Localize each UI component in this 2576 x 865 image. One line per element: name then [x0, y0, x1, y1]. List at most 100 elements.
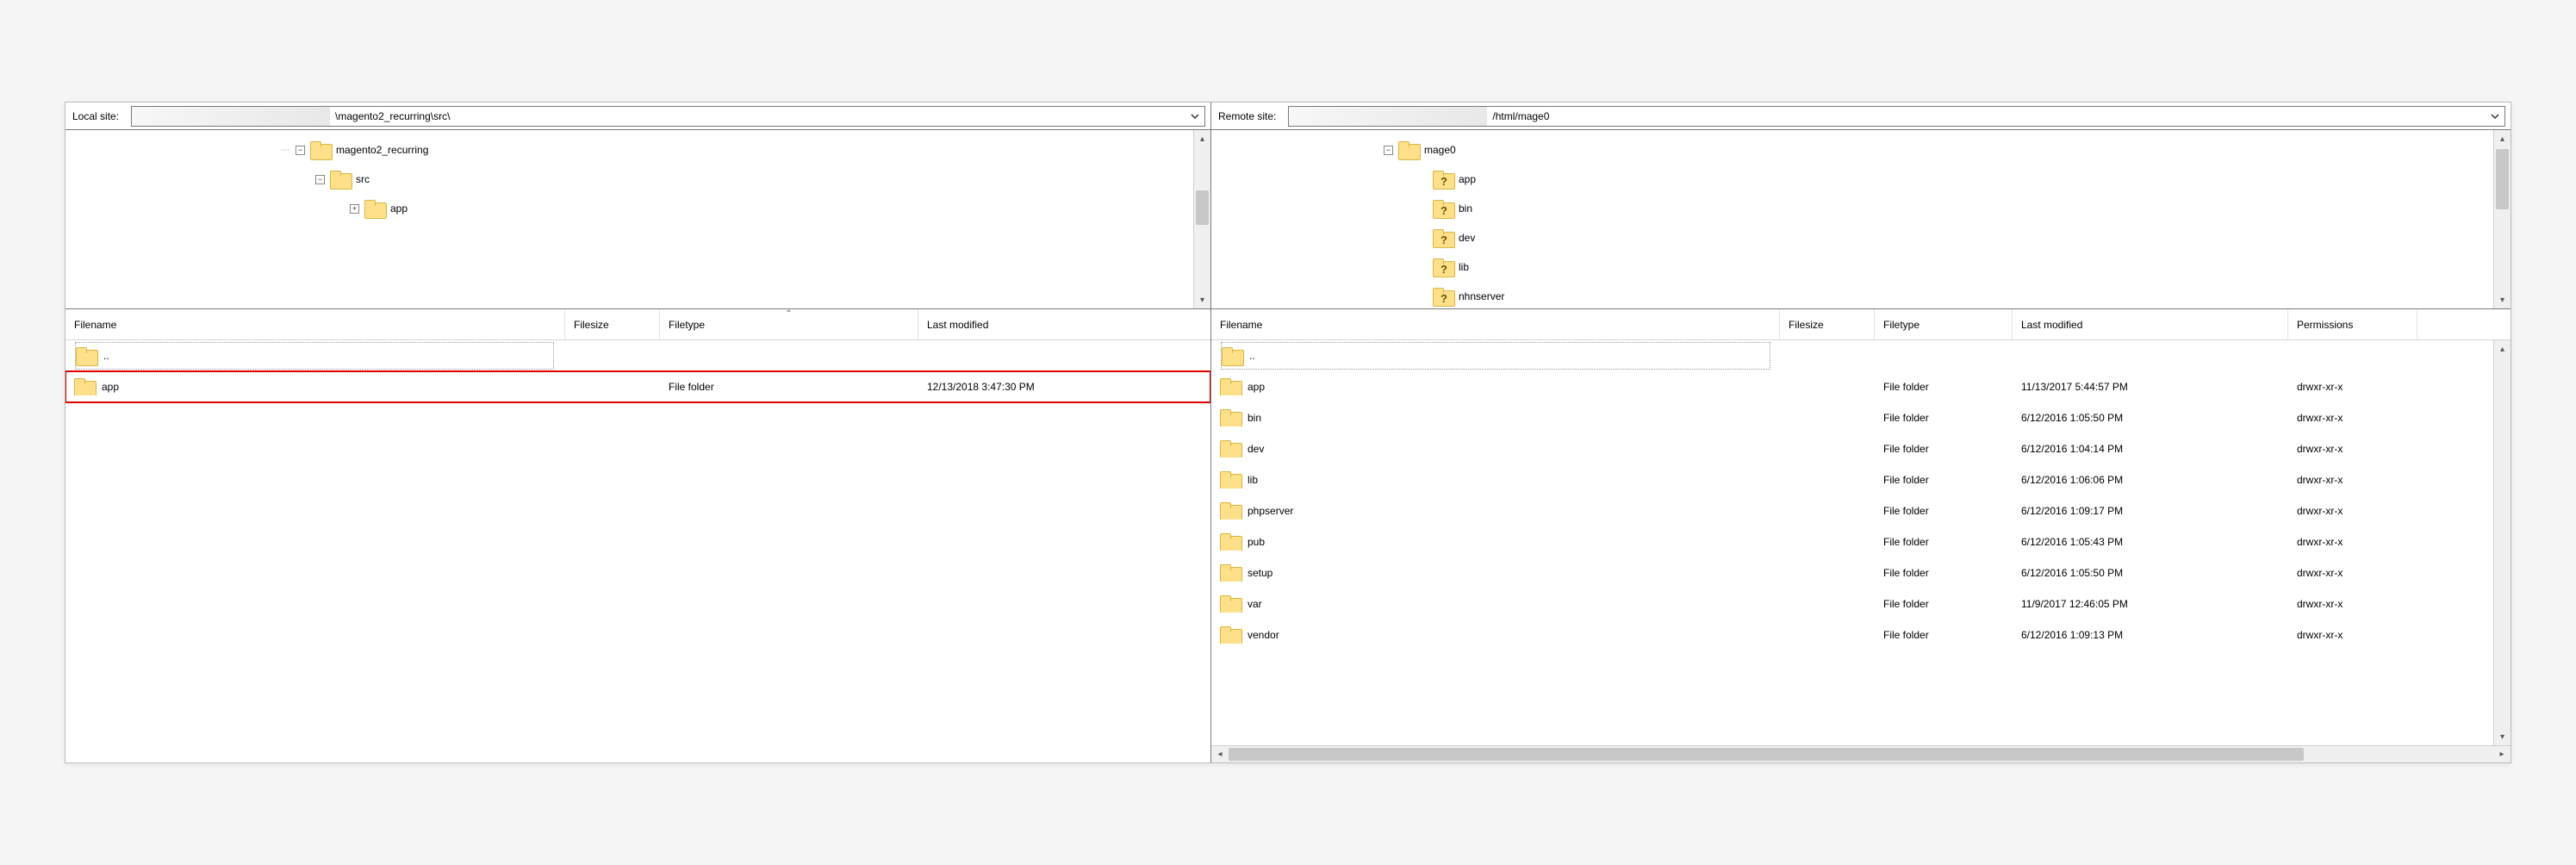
cell-permissions: drwxr-xr-x [2288, 629, 2417, 641]
filename-text: app [102, 381, 119, 393]
remote-path-value: /html/mage0 [1487, 110, 2486, 122]
scroll-thumb[interactable] [2496, 149, 2509, 209]
tree-node[interactable]: lib [1211, 252, 2493, 282]
table-row[interactable]: pubFile folder6/12/2016 1:05:43 PMdrwxr-… [1211, 526, 2493, 557]
filename-text: bin [1248, 412, 1261, 424]
table-row[interactable]: setupFile folder6/12/2016 1:05:50 PMdrwx… [1211, 557, 2493, 588]
table-row[interactable]: libFile folder6/12/2016 1:06:06 PMdrwxr-… [1211, 464, 2493, 495]
folder-icon [1433, 288, 1453, 305]
remote-list-scrollbar[interactable]: ▴ ▾ [2493, 340, 2511, 745]
tree-node[interactable]: app [1211, 165, 2493, 194]
cell-filename: setup [1211, 564, 1780, 582]
tree-node-label: nhnserver [1459, 290, 1504, 302]
tree-node[interactable]: −mage0 [1211, 135, 2493, 165]
filename-text: vendor [1248, 629, 1279, 641]
col-filetype[interactable]: Filetype [1875, 309, 2013, 339]
tree-expand-toggle[interactable]: − [315, 175, 325, 184]
scroll-down-icon[interactable]: ▾ [2494, 291, 2511, 308]
remote-horizontal-scrollbar[interactable]: ◂ ▸ [1211, 745, 2511, 762]
tree-expand-spacer [1418, 233, 1428, 243]
scroll-right-icon[interactable]: ▸ [2493, 750, 2511, 759]
table-row[interactable]: binFile folder6/12/2016 1:05:50 PMdrwxr-… [1211, 402, 2493, 433]
tree-expand-toggle[interactable]: − [296, 146, 305, 155]
scroll-up-icon[interactable]: ▴ [2494, 130, 2511, 147]
scroll-left-icon[interactable]: ◂ [1211, 750, 1229, 759]
parent-directory-row[interactable]: .. [65, 340, 1210, 371]
table-row[interactable]: varFile folder11/9/2017 12:46:05 PMdrwxr… [1211, 588, 2493, 619]
filename-text: .. [103, 350, 109, 362]
col-lastmodified[interactable]: Last modified [918, 309, 1210, 339]
folder-icon [330, 171, 351, 188]
col-filetype[interactable]: Filetype ⌃ [660, 309, 918, 339]
scroll-thumb[interactable] [1196, 190, 1209, 225]
folder-icon [364, 200, 385, 217]
tree-node[interactable]: bin [1211, 194, 2493, 223]
table-row[interactable]: devFile folder6/12/2016 1:04:14 PMdrwxr-… [1211, 433, 2493, 464]
filename-text: phpserver [1248, 505, 1293, 517]
local-path-value: \magento2_recurring\src\ [330, 110, 1185, 122]
sort-indicator-icon: ⌃ [785, 309, 792, 319]
tree-node-label: dev [1459, 232, 1475, 244]
cell-lastmodified: 6/12/2016 1:06:06 PM [2013, 474, 2288, 486]
local-tree-panel: ⋯−magento2_recurring−src+app ▴ ▾ [65, 130, 1210, 309]
parent-directory-row[interactable]: .. [1211, 340, 2493, 371]
tree-expand-spacer [1418, 263, 1428, 272]
col-filesize[interactable]: Filesize [1780, 309, 1875, 339]
table-row[interactable]: vendorFile folder6/12/2016 1:09:13 PMdrw… [1211, 619, 2493, 650]
remote-path-combo[interactable]: /html/mage0 [1288, 106, 2505, 127]
scroll-thumb[interactable] [1229, 748, 2304, 761]
cell-permissions: drwxr-xr-x [2288, 443, 2417, 455]
remote-directory-tree[interactable]: −mage0 app bin dev lib nhnserver [1211, 130, 2493, 308]
cell-lastmodified: 6/12/2016 1:05:50 PM [2013, 412, 2288, 424]
cell-lastmodified: 6/12/2016 1:05:43 PM [2013, 536, 2288, 548]
tree-node[interactable]: − src [65, 165, 1193, 194]
scroll-up-icon[interactable]: ▴ [1194, 130, 1210, 147]
tree-expand-toggle[interactable]: + [350, 204, 359, 214]
tree-node-label: src [356, 173, 370, 185]
remote-path-dropdown-button[interactable] [2486, 107, 2504, 126]
col-permissions[interactable]: Permissions [2288, 309, 2417, 339]
remote-tree-scrollbar[interactable]: ▴ ▾ [2493, 130, 2511, 308]
col-filename[interactable]: Filename [65, 309, 565, 339]
tree-node[interactable]: + app [65, 194, 1193, 223]
tree-expand-spacer [1418, 292, 1428, 302]
local-path-combo[interactable]: \magento2_recurring\src\ [131, 106, 1205, 127]
table-row[interactable]: phpserverFile folder6/12/2016 1:09:17 PM… [1211, 495, 2493, 526]
folder-icon [1220, 440, 1241, 457]
remote-site-bar: Remote site: /html/mage0 [1211, 103, 2511, 130]
cell-filetype: File folder [1875, 443, 2013, 455]
col-filesize[interactable]: Filesize [565, 309, 660, 339]
table-row[interactable]: appFile folder11/13/2017 5:44:57 PMdrwxr… [1211, 371, 2493, 402]
folder-icon [76, 347, 96, 364]
tree-node-label: app [1459, 173, 1476, 185]
local-tree-scrollbar[interactable]: ▴ ▾ [1193, 130, 1210, 308]
remote-list-body[interactable]: ..appFile folder11/13/2017 5:44:57 PMdrw… [1211, 340, 2511, 745]
cell-filename: lib [1211, 471, 1780, 489]
col-spacer [2417, 309, 2511, 339]
cell-filetype: File folder [1875, 412, 2013, 424]
tree-node[interactable]: dev [1211, 223, 2493, 252]
scroll-down-icon[interactable]: ▾ [2494, 728, 2511, 745]
chevron-down-icon [2490, 111, 2500, 121]
tree-expand-toggle[interactable]: − [1384, 146, 1393, 155]
folder-icon [1220, 533, 1241, 551]
scroll-down-icon[interactable]: ▾ [1194, 291, 1210, 308]
cell-lastmodified: 11/9/2017 12:46:05 PM [2013, 598, 2288, 610]
tree-node-label: magento2_recurring [336, 144, 428, 156]
scroll-up-icon[interactable]: ▴ [2494, 340, 2511, 358]
ftp-client-window: Local site: \magento2_recurring\src\ ⋯−m… [65, 102, 2511, 763]
table-row[interactable]: appFile folder12/13/2018 3:47:30 PM [65, 371, 1210, 402]
local-path-dropdown-button[interactable] [1185, 107, 1204, 126]
cell-filetype: File folder [1875, 474, 2013, 486]
tree-node[interactable]: ⋯−magento2_recurring [65, 135, 1193, 165]
col-filename[interactable]: Filename [1211, 309, 1780, 339]
local-directory-tree[interactable]: ⋯−magento2_recurring−src+app [65, 130, 1193, 308]
local-list-body[interactable]: .. appFile folder12/13/2018 3:47:30 PM [65, 340, 1210, 762]
tree-node[interactable]: nhnserver [1211, 282, 2493, 308]
col-lastmodified[interactable]: Last modified [2013, 309, 2288, 339]
local-site-label: Local site: [65, 110, 128, 122]
scroll-track[interactable] [1229, 746, 2493, 762]
cell-permissions: drwxr-xr-x [2288, 567, 2417, 579]
tree-node-label: app [390, 202, 408, 215]
folder-icon [1220, 564, 1241, 582]
